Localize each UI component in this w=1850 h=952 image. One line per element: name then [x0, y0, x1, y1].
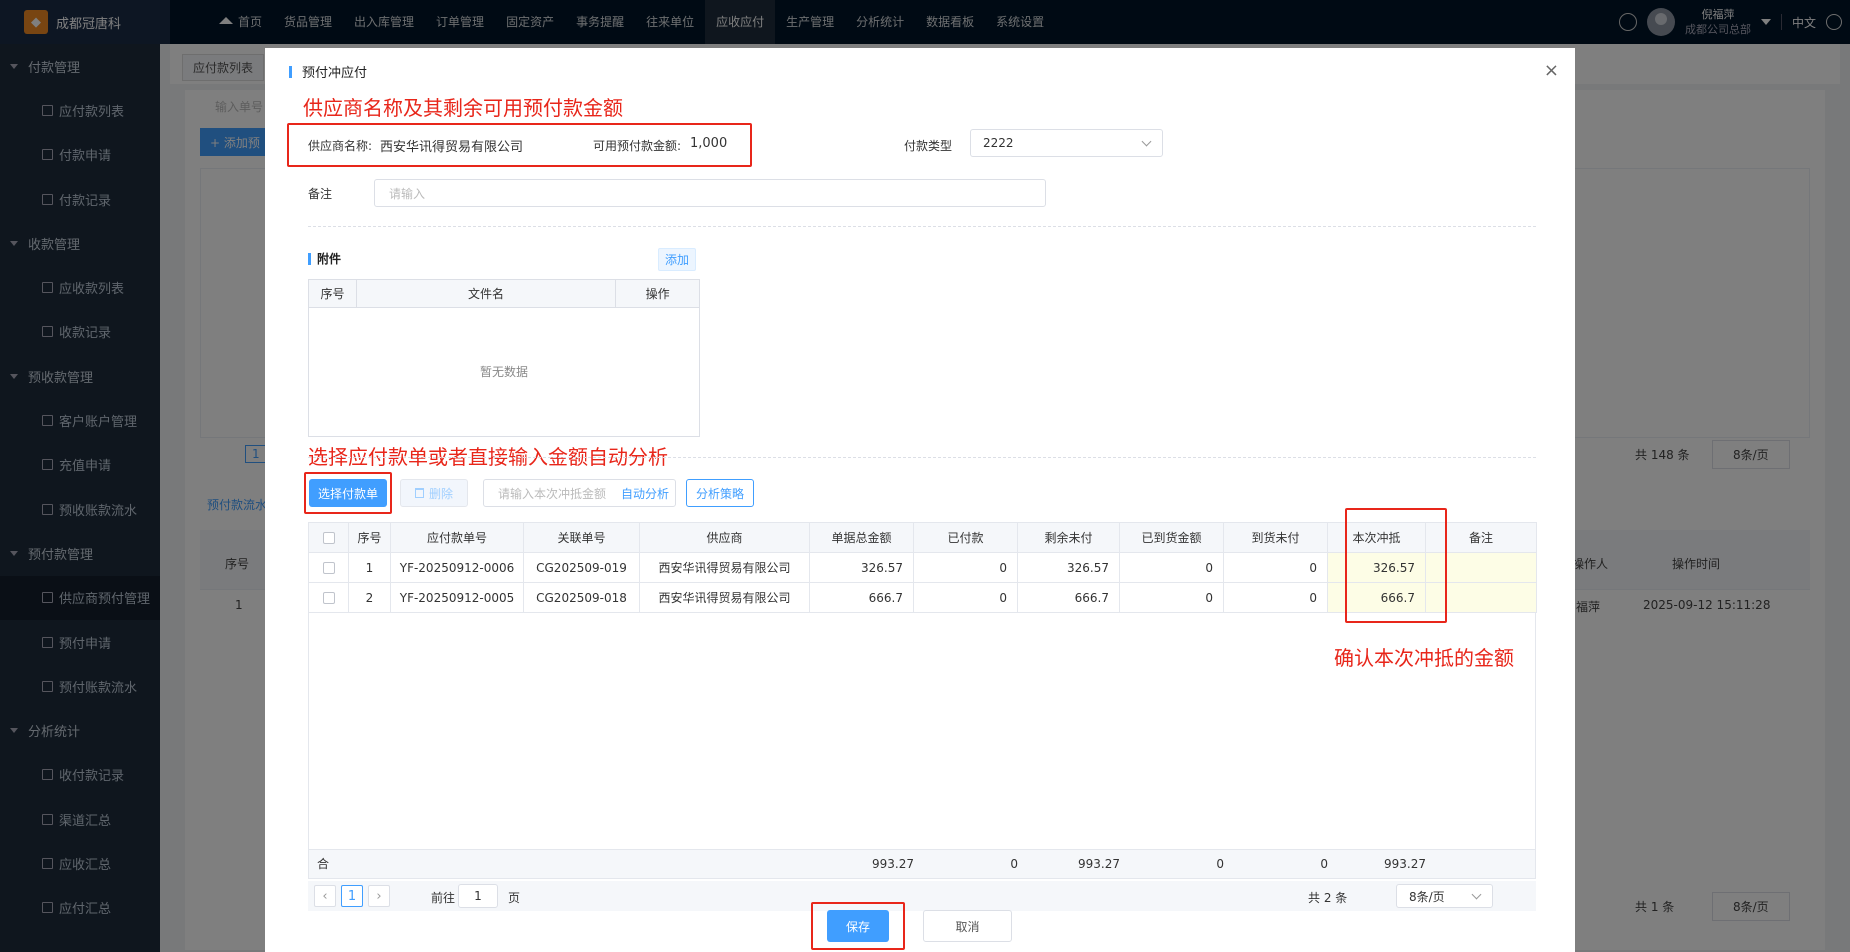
summary-arrived-unpaid: 0	[1320, 857, 1328, 871]
cancel-button[interactable]: 取消	[923, 910, 1012, 942]
cell-arrived-unpaid: 0	[1223, 552, 1328, 583]
select-all-checkbox[interactable]	[308, 522, 349, 553]
available-value: 1,000	[690, 136, 728, 151]
available-label: 可用预付款金额:	[593, 139, 682, 153]
cell-bill-no: YF-20250912-0006	[390, 552, 524, 583]
cell-paid: 0	[913, 552, 1018, 583]
attachment-title: 附件	[308, 250, 341, 267]
goto-page-input[interactable]: 1	[458, 884, 498, 908]
attachment-col-action: 操作	[615, 279, 700, 308]
goto-suffix: 页	[508, 891, 521, 905]
cell-seq: 1	[348, 552, 391, 583]
cell-remaining: 326.57	[1017, 552, 1120, 583]
summary-total: 993.27	[872, 857, 914, 871]
cell-arrived-unpaid: 0	[1223, 582, 1328, 613]
column-header: 到货未付	[1223, 522, 1328, 553]
trash-icon	[414, 488, 424, 498]
goto-prefix: 前往	[431, 891, 456, 905]
offset-amount-input[interactable]: 请输入本次冲抵金额 自动分析	[483, 479, 676, 507]
bill-pagination: ‹ 1 › 前往 1 页 共 2 条 8条/页	[308, 881, 1536, 911]
column-header: 关联单号	[523, 522, 640, 553]
attachment-add-button[interactable]: 添加	[658, 248, 697, 271]
pay-type-select[interactable]: 2222	[970, 129, 1163, 157]
prev-page-button[interactable]: ‹	[314, 885, 336, 907]
cell-total: 326.57	[809, 552, 914, 583]
annotation-confirm: 确认本次冲抵的金额	[1334, 646, 1514, 670]
page-size-select[interactable]: 8条/页	[1396, 884, 1493, 908]
column-header: 单据总金额	[809, 522, 914, 553]
attachment-col-seq: 序号	[308, 279, 357, 308]
cell-remaining: 666.7	[1017, 582, 1120, 613]
offset-amount-placeholder: 请输入本次冲抵金额	[498, 486, 607, 501]
analysis-strategy-button[interactable]: 分析策略	[686, 479, 754, 507]
cell-bill-no: YF-20250912-0005	[390, 582, 524, 613]
summary-offset: 993.27	[1384, 857, 1426, 871]
divider	[308, 457, 1536, 458]
supplier-label: 供应商名称:	[308, 139, 373, 153]
prepay-offset-dialog: 预付冲应付 × 供应商名称及其剩余可用预付款金额 供应商名称: 西安华讯得贸易有…	[265, 48, 1575, 952]
cell-arrived: 0	[1119, 582, 1224, 613]
chevron-down-icon	[1471, 889, 1482, 899]
pay-type-value: 2222	[983, 136, 1014, 150]
cell-total: 666.7	[809, 582, 914, 613]
delete-button[interactable]: 删除	[400, 479, 468, 507]
attachment-col-filename: 文件名	[355, 279, 617, 308]
close-icon[interactable]: ×	[1544, 60, 1559, 81]
save-button[interactable]: 保存	[827, 910, 889, 942]
pay-type-label: 付款类型	[904, 139, 953, 153]
summary-row: 合计 993.27 0 993.27 0 0 993.27	[308, 849, 1536, 899]
page-current[interactable]: 1	[341, 885, 363, 907]
divider	[308, 226, 1536, 227]
auto-analyze-button[interactable]: 自动分析	[621, 485, 669, 502]
annotation-select: 选择应付款单或者直接输入金额自动分析	[308, 445, 668, 469]
chevron-down-icon	[1141, 136, 1152, 146]
supplier-value: 西安华讯得贸易有限公司	[380, 140, 524, 155]
row-checkbox[interactable]	[308, 582, 349, 613]
attachment-empty: 暂无数据	[308, 307, 700, 437]
column-header: 剩余未付	[1017, 522, 1120, 553]
summary-arrived: 0	[1216, 857, 1224, 871]
remark-label: 备注	[308, 187, 333, 201]
cell-supplier: 西安华讯得贸易有限公司	[639, 582, 810, 613]
page-size-value: 8条/页	[1409, 889, 1445, 904]
summary-label: 合计	[317, 857, 330, 899]
cell-ref-no: CG202509-018	[523, 582, 640, 613]
highlight-offset-column	[1345, 508, 1447, 623]
summary-paid: 0	[1010, 857, 1018, 871]
delete-button-label: 删除	[428, 486, 453, 501]
select-bills-button[interactable]: 选择付款单	[309, 479, 387, 507]
remark-input[interactable]: 请输入	[374, 179, 1046, 207]
column-header: 已到货金额	[1119, 522, 1224, 553]
dialog-title: 预付冲应付	[289, 62, 367, 81]
row-checkbox[interactable]	[308, 552, 349, 583]
summary-remaining: 993.27	[1078, 857, 1120, 871]
column-header: 供应商	[639, 522, 810, 553]
cell-ref-no: CG202509-019	[523, 552, 640, 583]
next-page-button[interactable]: ›	[368, 885, 390, 907]
cell-supplier: 西安华讯得贸易有限公司	[639, 552, 810, 583]
cell-arrived: 0	[1119, 552, 1224, 583]
column-header: 序号	[348, 522, 391, 553]
column-header: 已付款	[913, 522, 1018, 553]
column-header: 应付款单号	[390, 522, 524, 553]
attachment-table: 序号 文件名 操作	[308, 279, 700, 308]
annotation-supplier: 供应商名称及其剩余可用预付款金额	[303, 96, 623, 120]
cell-paid: 0	[913, 582, 1018, 613]
pager-total: 共 2 条	[1308, 891, 1348, 905]
cell-seq: 2	[348, 582, 391, 613]
